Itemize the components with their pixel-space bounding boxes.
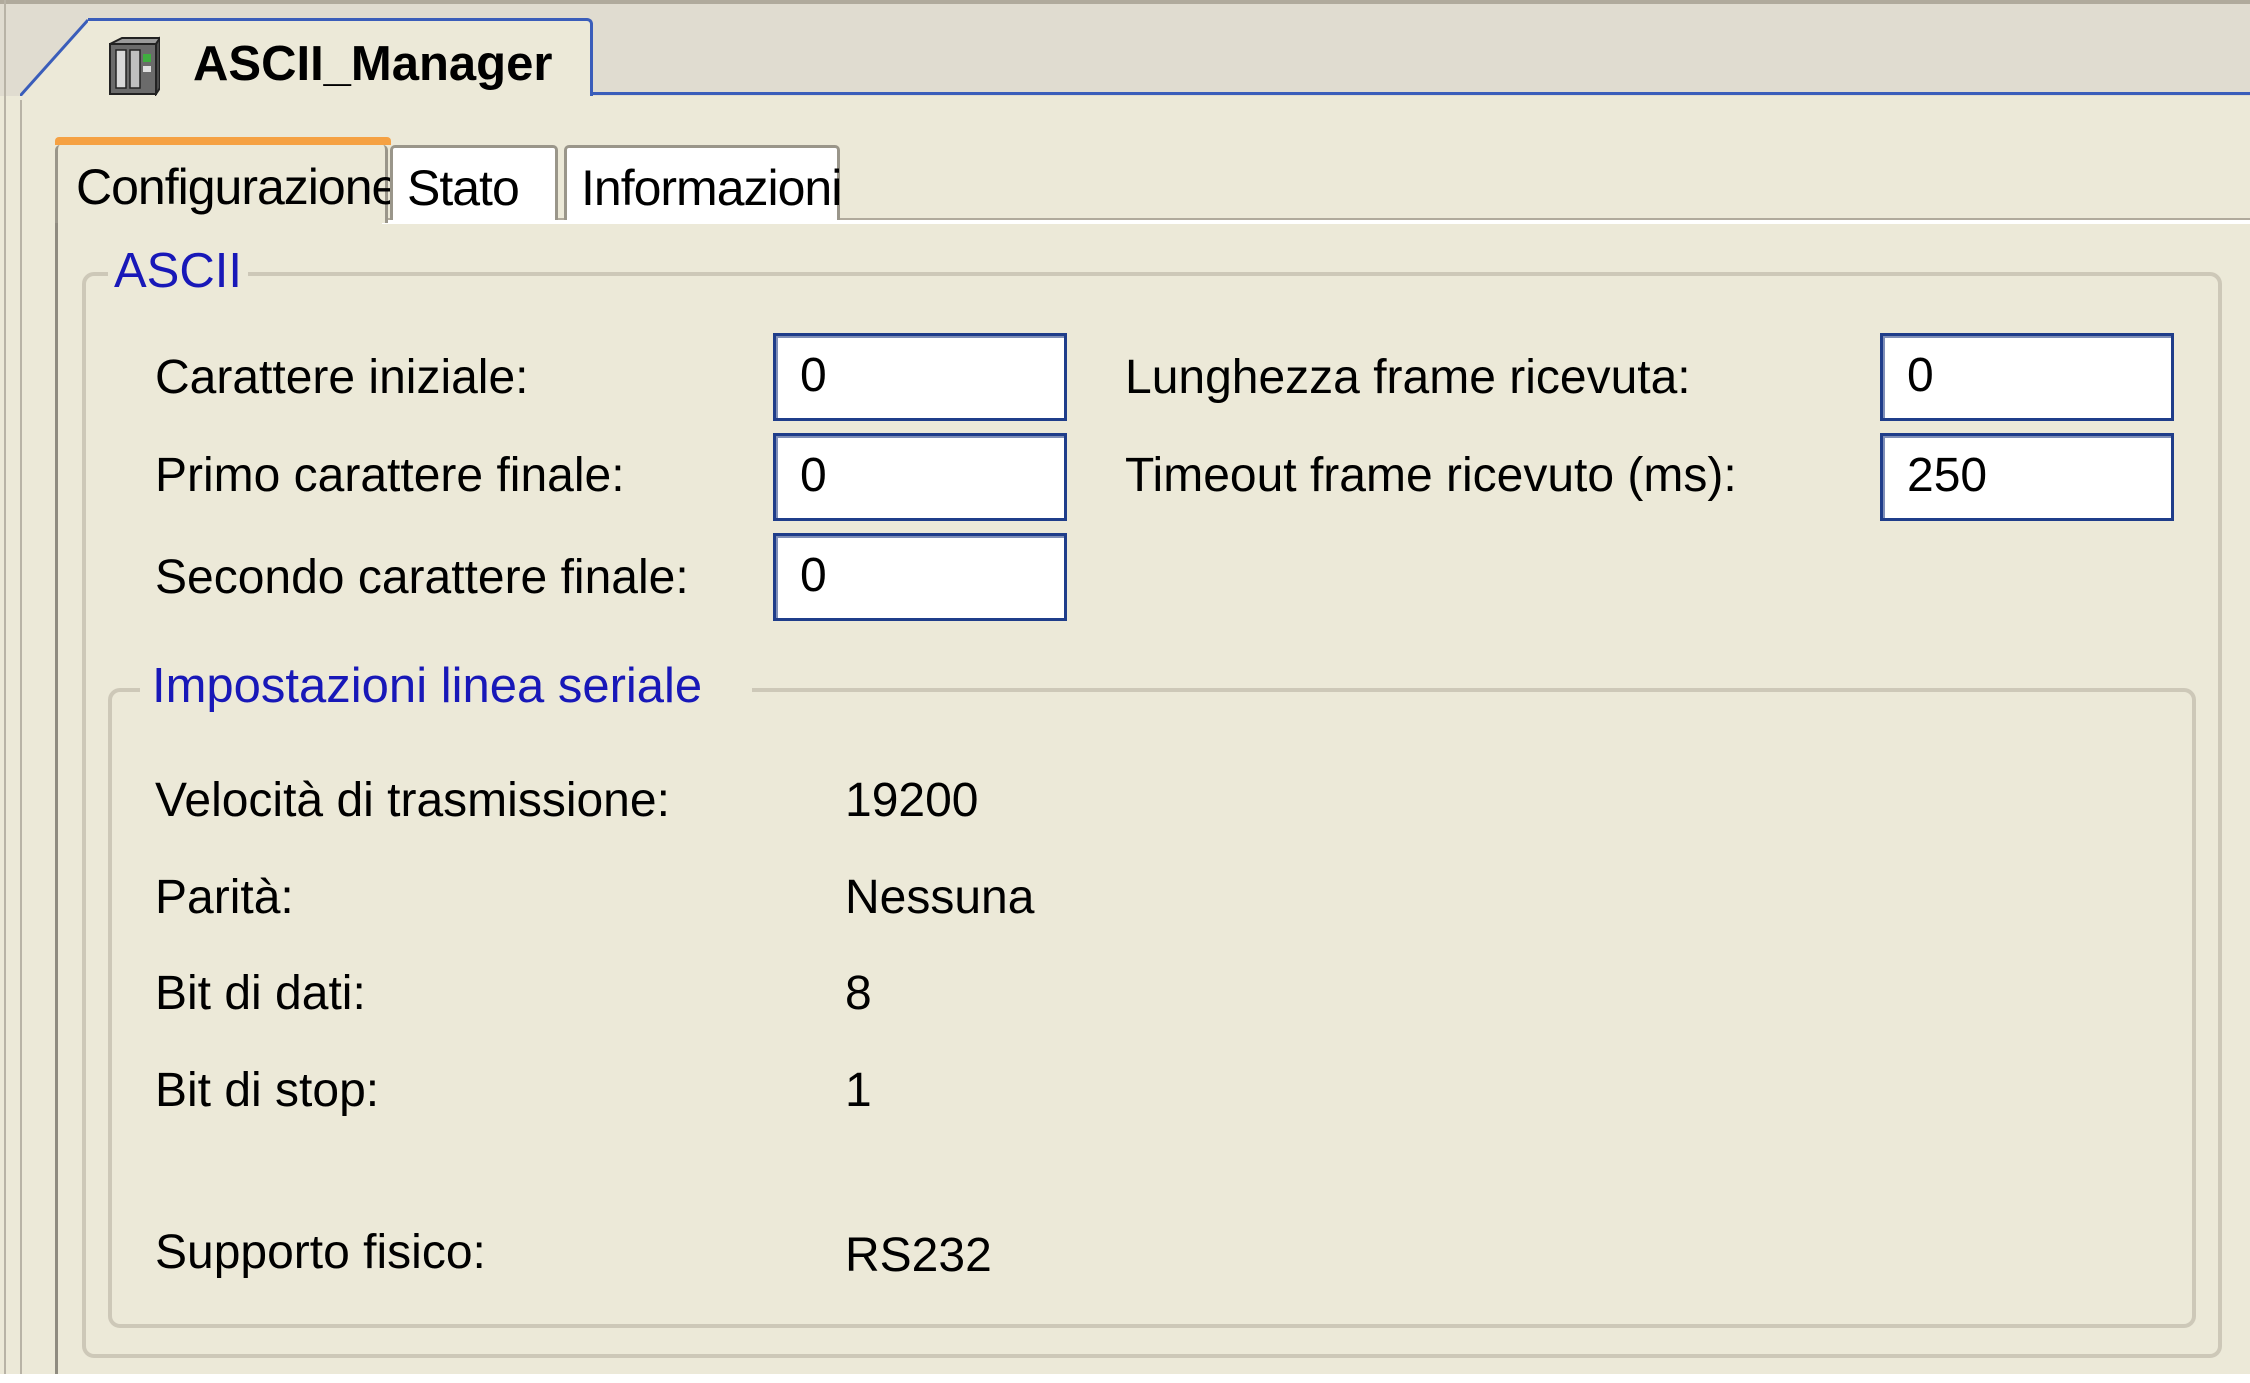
document-tab-slant (20, 18, 90, 96)
data-bits-value: 8 (845, 967, 872, 1020)
parity-label: Parità: (155, 871, 294, 924)
tab-informazioni-label: Informazioni (581, 160, 842, 216)
first-end-char-label: Primo carattere finale: (155, 449, 625, 502)
stop-bits-value: 1 (845, 1064, 872, 1117)
frame-length-label: Lunghezza frame ricevuta: (1125, 351, 1691, 404)
frame-timeout-label: Timeout frame ricevuto (ms): (1125, 449, 1737, 502)
tab-informazioni[interactable]: Informazioni (564, 145, 842, 220)
frame-length-field[interactable]: 0 (1880, 333, 2174, 421)
tab-configurazione-label: Configurazione (76, 159, 399, 215)
window-bottom-edge (0, 1374, 2250, 1383)
start-char-label: Carattere iniziale: (155, 351, 529, 404)
tab-page-left-border (55, 222, 58, 1383)
window-left-border (4, 0, 6, 1383)
editor-window: ASCII_Manager Configurazione Stato Infor… (0, 0, 2250, 1383)
panel-left-border (20, 100, 22, 1383)
frame-timeout-field[interactable]: 250 (1880, 433, 2174, 521)
stop-bits-label: Bit di stop: (155, 1064, 380, 1117)
document-tab-strip-line (590, 92, 2250, 95)
baud-rate-label: Velocità di trasmissione: (155, 774, 670, 827)
module-icon (109, 36, 160, 96)
physical-medium-value: RS232 (845, 1229, 992, 1282)
tab-stato[interactable]: Stato (390, 145, 558, 220)
active-tab-accent (55, 137, 391, 145)
start-char-field[interactable]: 0 (773, 333, 1067, 421)
parity-value: Nessuna (845, 871, 1035, 924)
tab-configurazione[interactable]: Configurazione (55, 137, 399, 223)
physical-medium-label: Supporto fisico: (155, 1226, 486, 1279)
document-title[interactable]: ASCII_Manager (193, 34, 552, 94)
serial-settings-legend: Impostazioni linea seriale (140, 658, 753, 714)
data-bits-label: Bit di dati: (155, 967, 366, 1020)
second-end-char-label: Secondo carattere finale: (155, 551, 689, 604)
baud-rate-value: 19200 (845, 774, 979, 827)
first-end-char-field[interactable]: 0 (773, 433, 1067, 521)
second-end-char-field[interactable]: 0 (773, 533, 1067, 621)
ascii-group-legend: ASCII (108, 243, 248, 299)
tab-stato-label: Stato (407, 160, 520, 216)
